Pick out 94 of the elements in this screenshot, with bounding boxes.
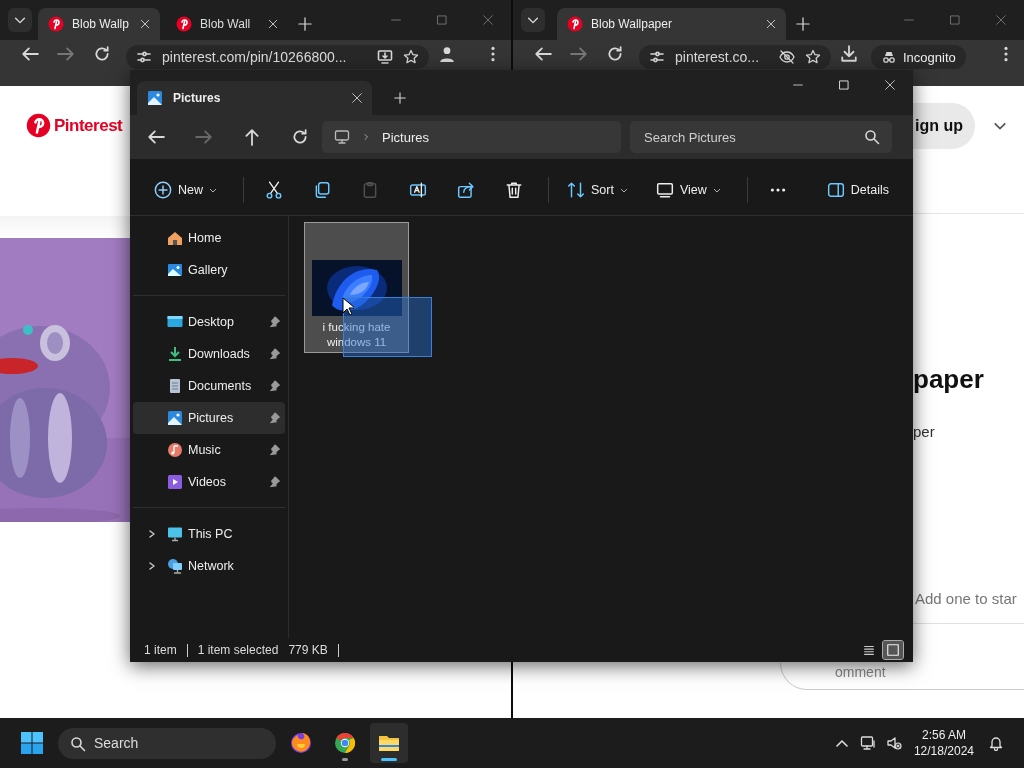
monitor-icon — [655, 180, 674, 199]
logo-text[interactable]: Pinterest — [54, 113, 123, 138]
tile-view-icon[interactable] — [883, 641, 903, 659]
taskbar-app[interactable] — [370, 723, 408, 763]
details-button[interactable]: Details — [820, 172, 895, 207]
address-bar[interactable]: pinterest.co... — [639, 45, 831, 69]
item-count: 1 item — [144, 643, 178, 657]
clock-date[interactable]: 12/18/2024 — [913, 743, 974, 759]
new-button[interactable]: New — [148, 172, 223, 207]
house-icon — [167, 230, 183, 246]
network-icon — [167, 558, 183, 574]
up-arrow-icon[interactable] — [243, 128, 261, 146]
address-bar[interactable]: pinterest.com/pin/10266800... — [126, 45, 429, 69]
share-icon[interactable] — [457, 180, 475, 199]
download-icon[interactable] — [840, 45, 858, 63]
desktop-icon — [167, 314, 183, 330]
sort-button[interactable]: Sort — [561, 172, 634, 207]
view-button[interactable]: View — [649, 172, 727, 207]
speaker-muted-icon[interactable] — [885, 735, 902, 751]
sidebar-item[interactable]: Music — [133, 434, 285, 466]
install-icon[interactable] — [377, 49, 393, 65]
sidebar-item[interactable]: Network — [133, 550, 285, 582]
monitor-icon — [334, 129, 350, 145]
tricolor-circle-icon — [333, 731, 357, 755]
refresh-icon[interactable] — [291, 128, 309, 146]
back-arrow-icon[interactable] — [147, 128, 165, 146]
plus-circle-icon — [154, 180, 172, 199]
browser-tab[interactable]: Blob Wallpaper — [557, 8, 786, 40]
eye-off-icon[interactable] — [779, 49, 795, 65]
tab-search-button[interactable] — [8, 8, 32, 32]
bell-icon[interactable] — [988, 735, 1004, 751]
selection-size: 779 KB — [288, 643, 329, 657]
star-icon[interactable] — [403, 49, 419, 65]
trash-icon[interactable] — [505, 180, 523, 199]
music-note-icon — [167, 442, 183, 458]
image-icon — [167, 410, 183, 426]
network-icon[interactable] — [859, 735, 876, 751]
reload-icon[interactable] — [606, 45, 624, 63]
address-bar[interactable]: Pictures — [322, 121, 621, 153]
plus-icon[interactable] — [796, 17, 810, 31]
back-arrow-icon[interactable] — [21, 45, 39, 63]
download-arrow-icon — [167, 346, 183, 362]
sidebar-item[interactable]: Documents — [133, 370, 285, 402]
forward-arrow-icon[interactable] — [570, 45, 588, 63]
breadcrumb-item[interactable]: Pictures — [382, 129, 429, 145]
tab-search-button[interactable] — [521, 8, 545, 32]
clock-time[interactable]: 2:56 AM — [921, 727, 966, 743]
reload-icon[interactable] — [93, 45, 111, 63]
incognito-chip[interactable]: Incognito — [871, 45, 966, 69]
pin-logo-icon — [567, 16, 583, 32]
start-icon[interactable] — [20, 731, 44, 755]
plus-icon[interactable] — [298, 17, 312, 31]
sidebar-item[interactable]: Pictures — [133, 402, 285, 434]
search-field[interactable]: Search — [58, 727, 276, 759]
side-panel-icon — [826, 180, 845, 199]
back-arrow-icon[interactable] — [534, 45, 552, 63]
pin-logo-icon — [48, 16, 64, 32]
image-icon — [167, 262, 183, 278]
sidebar-item[interactable]: Home — [133, 222, 285, 254]
incognito-icon — [881, 49, 897, 65]
sidebar-item[interactable]: Downloads — [133, 338, 285, 370]
sidebar-item[interactable]: Gallery — [133, 254, 285, 286]
video-icon — [167, 474, 183, 490]
selection-count: 1 item selected — [197, 643, 280, 657]
sidebar-item[interactable]: This PC — [133, 518, 285, 550]
browser-tab[interactable]: Blob Wall — [166, 8, 288, 40]
profile-icon[interactable] — [438, 45, 456, 63]
pin-logo-icon — [176, 16, 192, 32]
browser-tab[interactable]: Blob Wallp — [38, 8, 160, 40]
search-field[interactable]: Search Pictures — [630, 121, 892, 153]
document-icon — [167, 378, 183, 394]
pictures-folder-icon — [147, 90, 163, 106]
search-icon — [864, 129, 880, 145]
comments-hint: Add one to star — [915, 590, 1018, 607]
rename-icon[interactable] — [409, 180, 427, 199]
sort-arrows-icon — [567, 180, 585, 199]
monitor-icon — [167, 526, 183, 542]
search-icon — [70, 735, 86, 752]
fox-globe-icon — [289, 731, 313, 755]
sliders-icon[interactable] — [136, 49, 152, 65]
star-icon[interactable] — [805, 49, 821, 65]
sidebar-item[interactable]: Videos — [133, 466, 285, 498]
sidebar-item[interactable]: Desktop — [133, 306, 285, 338]
pin-logo-icon[interactable] — [26, 113, 51, 138]
sign-up-button[interactable]: ign up — [913, 103, 975, 149]
plus-icon[interactable] — [394, 92, 406, 104]
pin-title: paper — [913, 364, 985, 395]
explorer-tab[interactable]: Pictures — [137, 81, 372, 115]
sliders-icon[interactable] — [649, 49, 665, 65]
scissors-icon[interactable] — [265, 180, 283, 199]
mouse-pointer-icon — [342, 297, 354, 315]
forward-arrow-icon[interactable] — [57, 45, 75, 63]
copy-icon[interactable] — [313, 180, 331, 199]
pin-description: per — [913, 423, 936, 440]
